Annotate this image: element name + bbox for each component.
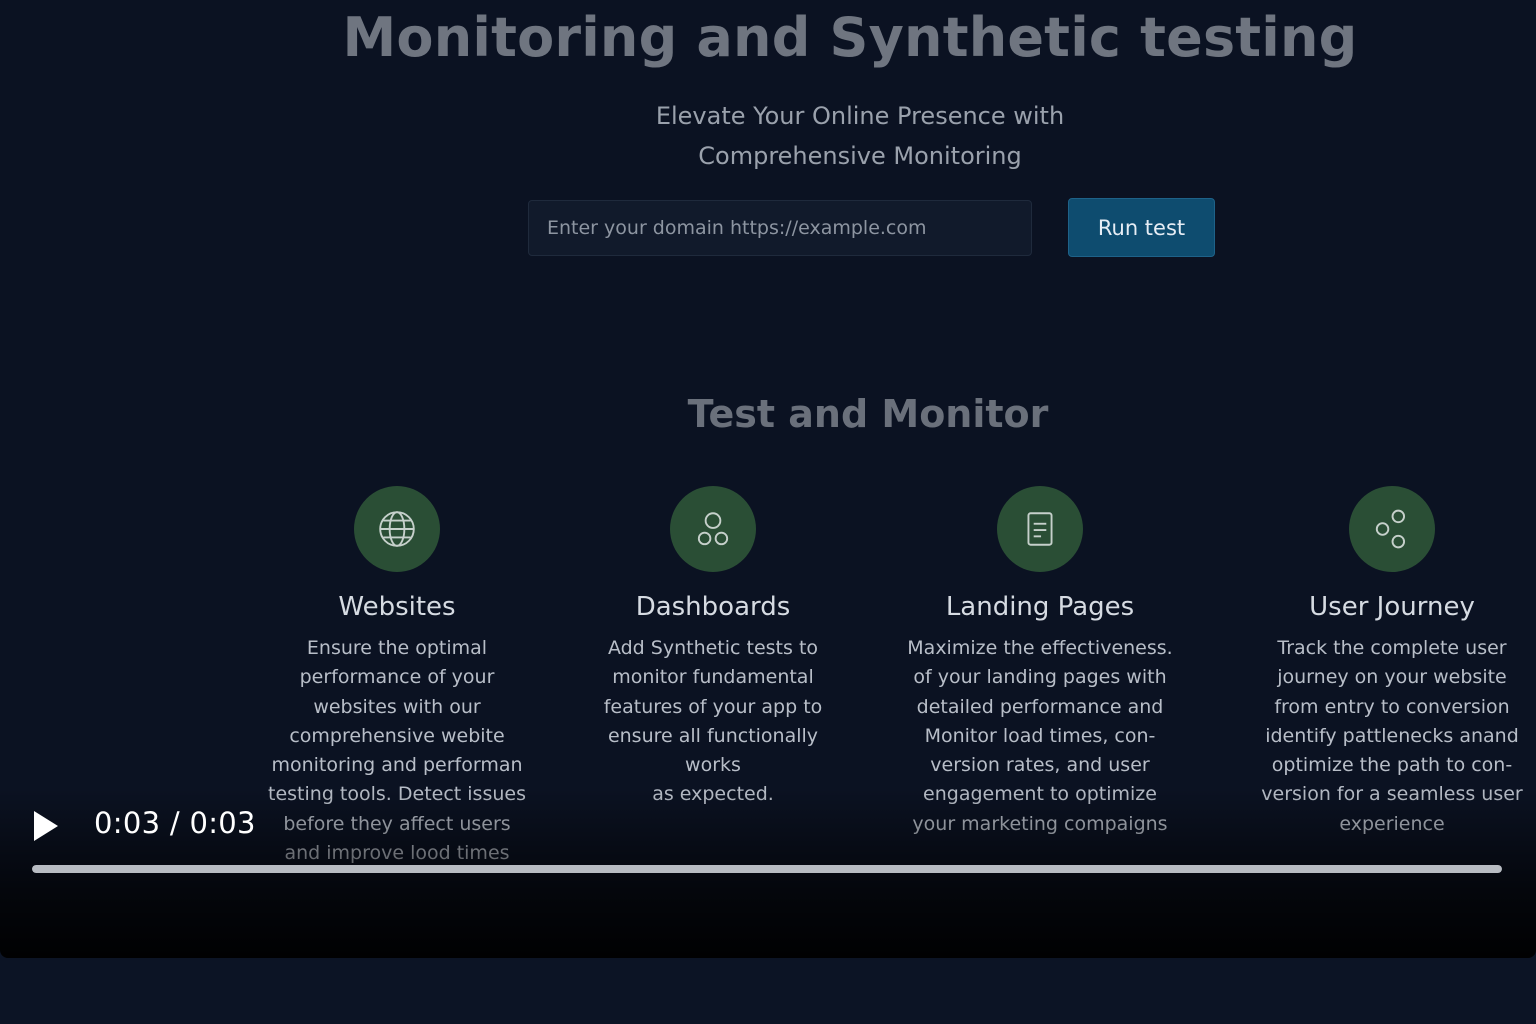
feature-description-line: detailed performance and bbox=[916, 695, 1164, 718]
play-icon bbox=[34, 811, 58, 841]
run-test-button[interactable]: Run test bbox=[1068, 198, 1215, 257]
nodes-icon bbox=[1349, 486, 1435, 572]
feature-description-line: comprehensive webite bbox=[289, 724, 505, 747]
feature-user-journey: User Journey Track the complete user jou… bbox=[1252, 486, 1532, 839]
feature-description-line: monitor fundamental bbox=[612, 666, 814, 689]
feature-title: Landing Pages bbox=[945, 592, 1135, 622]
feature-description-line: performance of your bbox=[299, 666, 495, 689]
feature-description-line: monitoring and performan bbox=[271, 754, 523, 777]
feature-description-line: testing tools. Detect issues bbox=[268, 783, 526, 806]
hero-subtitle-line-2: Comprehensive Monitoring bbox=[698, 142, 1022, 170]
feature-description-line: Maximize the effectiveness. bbox=[907, 637, 1173, 659]
feature-description-line: Ensure the optimal bbox=[306, 637, 488, 659]
feature-description-line: identify pattlenecks anand bbox=[1265, 724, 1519, 747]
feature-description-line: from entry to conversion bbox=[1274, 695, 1510, 718]
domain-input[interactable] bbox=[528, 200, 1032, 256]
feature-description-line: Monitor load times, con- bbox=[924, 724, 1156, 747]
feature-description-line: Track the complete user bbox=[1277, 637, 1507, 659]
feature-description-line: as expected. bbox=[652, 783, 774, 806]
progress-bar[interactable] bbox=[32, 865, 1502, 873]
video-player[interactable]: Monitoring and Synthetic testing Elevate… bbox=[0, 0, 1536, 958]
section-title: Test and Monitor bbox=[687, 392, 1049, 436]
feature-description-line: version for a seamless user bbox=[1261, 783, 1523, 806]
feature-landing-pages: Landing Pages Maximize the effectiveness… bbox=[900, 486, 1180, 839]
dashboard-circles-icon bbox=[670, 486, 756, 572]
feature-description-line: of your landing pages with bbox=[913, 666, 1167, 689]
current-time: 0:03 bbox=[94, 806, 161, 840]
player-controls: 0:03 / 0:03 bbox=[0, 806, 1536, 958]
hero-subtitle: Elevate Your Online Presence with Compre… bbox=[0, 96, 1536, 176]
document-icon bbox=[997, 486, 1083, 572]
hero-subtitle-line-1: Elevate Your Online Presence with bbox=[655, 102, 1065, 130]
feature-description-line: engagement to optimize bbox=[923, 783, 1157, 806]
feature-description-line: optimize the path to con- bbox=[1271, 754, 1513, 777]
feature-description-line: features of your app to bbox=[603, 695, 823, 718]
feature-title: Websites bbox=[338, 592, 456, 622]
feature-title: Dashboards bbox=[635, 592, 791, 622]
duration: 0:03 bbox=[189, 806, 256, 840]
play-button[interactable] bbox=[30, 808, 62, 844]
feature-description-line: ensure all functionally works bbox=[607, 724, 819, 777]
feature-description-line: Add Synthetic tests to bbox=[607, 637, 819, 659]
feature-description: Add Synthetic tests to monitor fundament… bbox=[578, 634, 848, 810]
feature-description-line: version rates, and user bbox=[930, 754, 1150, 777]
feature-title: User Journey bbox=[1309, 592, 1475, 622]
time-separator: / bbox=[169, 806, 180, 840]
feature-dashboards: Dashboards Add Synthetic tests to monito… bbox=[578, 486, 848, 810]
hero-title: Monitoring and Synthetic testing bbox=[342, 6, 1358, 69]
globe-icon bbox=[354, 486, 440, 572]
feature-description-line: websites with our bbox=[313, 695, 481, 718]
feature-description-line: journey on your website bbox=[1277, 666, 1507, 689]
time-display: 0:03 / 0:03 bbox=[94, 806, 256, 840]
progress-fill bbox=[32, 865, 1502, 873]
